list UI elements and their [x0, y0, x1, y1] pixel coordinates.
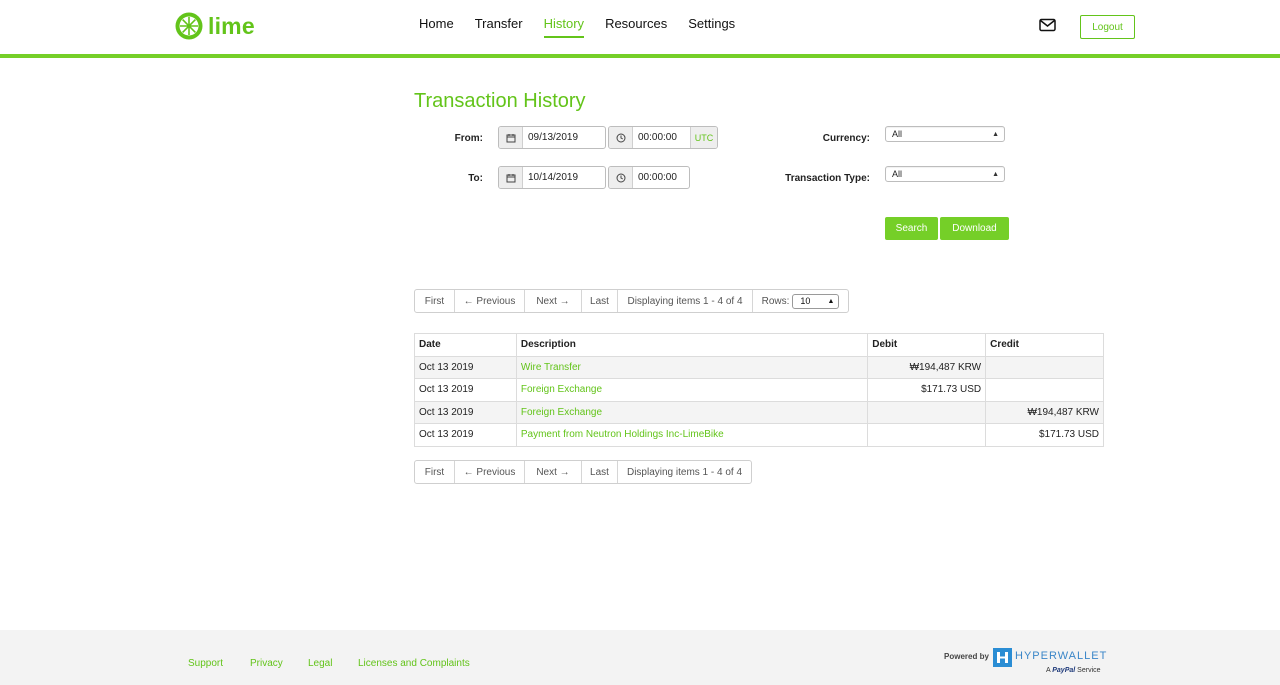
search-button[interactable]: Search — [885, 217, 938, 240]
cell-debit: $171.73 USD — [867, 378, 987, 402]
select-arrows-icon: ▲ — [827, 297, 835, 305]
lime-logo[interactable]: lime — [174, 11, 255, 41]
top-header: lime Home Transfer History Resources Set… — [0, 0, 1280, 55]
cell-date: Oct 13 2019 — [414, 378, 517, 402]
col-debit-header[interactable]: Debit — [867, 333, 987, 357]
table-row: Oct 13 2019 Wire Transfer ₩194,487 KRW — [414, 355, 1104, 379]
main-nav: Home Transfer History Resources Settings — [419, 0, 756, 55]
utc-badge: UTC — [690, 127, 717, 148]
cell-date: Oct 13 2019 — [414, 400, 517, 424]
footer-link-support[interactable]: Support — [188, 658, 223, 669]
to-time-value: 00:00:00 — [638, 172, 677, 183]
hyperwallet-brand: HYPERWALLET — [1015, 650, 1108, 662]
nav-resources[interactable]: Resources — [605, 0, 667, 38]
footer-link-legal[interactable]: Legal — [308, 658, 332, 669]
paypal-service-note: A PayPal Service — [1046, 667, 1101, 674]
cell-description-link[interactable]: Wire Transfer — [515, 355, 869, 379]
pager-previous[interactable]: ← Previous — [455, 461, 525, 483]
col-description-header[interactable]: Description — [515, 333, 869, 357]
cell-date: Oct 13 2019 — [414, 423, 517, 447]
transaction-type-select[interactable]: All ▲ — [885, 166, 1005, 182]
pager-bottom: First ← Previous Next → Last Displaying … — [414, 460, 752, 484]
transactions-table: Date Description Debit Credit Oct 13 201… — [414, 333, 1104, 447]
pager-top: First ← Previous Next → Last Displaying … — [414, 289, 849, 313]
cell-credit: ₩194,487 KRW — [985, 400, 1104, 424]
nav-transfer[interactable]: Transfer — [475, 0, 523, 38]
clock-icon — [609, 127, 633, 148]
col-credit-header[interactable]: Credit — [985, 333, 1104, 357]
pager-first[interactable]: First — [415, 461, 455, 483]
pager-status: Displaying items 1 - 4 of 4 — [626, 466, 743, 478]
pager-next[interactable]: Next → — [525, 290, 582, 312]
transaction-type-label: Transaction Type: — [785, 173, 870, 184]
page-title: Transaction History — [414, 90, 586, 112]
pager-status: Displaying items 1 - 4 of 4 — [618, 290, 753, 312]
pager-last[interactable]: Last — [582, 461, 618, 483]
to-time-field[interactable]: 00:00:00 — [608, 166, 690, 189]
to-date-field[interactable]: 10/14/2019 — [498, 166, 606, 189]
pager-last[interactable]: Last — [582, 290, 618, 312]
nav-home[interactable]: Home — [419, 0, 454, 38]
rows-label: Rows: — [761, 295, 790, 307]
rows-select[interactable]: 10 ▲ — [792, 293, 840, 309]
cell-date: Oct 13 2019 — [414, 355, 517, 379]
to-date-value: 10/14/2019 — [528, 172, 579, 183]
brand-name: lime — [208, 12, 255, 39]
cell-description-link[interactable]: Payment from Neutron Holdings Inc-LimeBi… — [515, 423, 869, 447]
header-divider — [0, 54, 1280, 58]
logout-button[interactable]: Logout — [1080, 15, 1135, 39]
footer-link-licenses[interactable]: Licenses and Complaints — [358, 658, 470, 669]
currency-select[interactable]: All ▲ — [885, 126, 1005, 142]
cell-description-link[interactable]: Foreign Exchange — [515, 378, 869, 402]
paypal-name: PayPal — [1052, 667, 1076, 674]
select-arrows-icon: ▲ — [992, 170, 999, 178]
table-row: Oct 13 2019 Payment from Neutron Holding… — [414, 423, 1104, 447]
lime-logo-icon — [175, 12, 203, 40]
nav-history[interactable]: History — [543, 0, 585, 38]
calendar-icon — [499, 167, 523, 188]
cell-debit — [867, 400, 987, 424]
pager-previous[interactable]: ← Previous — [455, 290, 525, 312]
calendar-icon — [499, 127, 523, 148]
currency-value: All — [892, 129, 903, 139]
powered-by-label: Powered by — [944, 652, 989, 661]
from-time-value: 00:00:00 — [638, 132, 677, 143]
table-header-row: Date Description Debit Credit — [414, 333, 1104, 357]
nav-settings[interactable]: Settings — [688, 0, 735, 38]
hyperwallet-logo-icon — [993, 648, 1012, 667]
from-time-field[interactable]: 00:00:00 UTC — [608, 126, 718, 149]
table-row: Oct 13 2019 Foreign Exchange ₩194,487 KR… — [414, 400, 1104, 424]
cell-debit: ₩194,487 KRW — [867, 355, 987, 379]
download-button[interactable]: Download — [940, 217, 1009, 240]
from-label: From: — [454, 133, 483, 144]
from-date-value: 09/13/2019 — [528, 132, 579, 143]
transaction-type-value: All — [892, 169, 903, 179]
cell-credit — [985, 355, 1104, 379]
rows-control: Rows: 10 ▲ — [753, 290, 848, 312]
page-footer: Support Privacy Legal Licenses and Compl… — [0, 630, 1280, 685]
rows-value: 10 — [800, 296, 811, 306]
currency-label: Currency: — [822, 133, 870, 144]
to-label: To: — [468, 173, 483, 184]
col-date-header[interactable]: Date — [414, 333, 517, 357]
from-date-field[interactable]: 09/13/2019 — [498, 126, 606, 149]
mail-icon[interactable] — [1039, 18, 1056, 32]
cell-credit — [985, 378, 1104, 402]
select-arrows-icon: ▲ — [992, 130, 999, 138]
cell-description-link[interactable]: Foreign Exchange — [515, 400, 869, 424]
paypal-suffix: Service — [1077, 667, 1101, 674]
clock-icon — [609, 167, 633, 188]
cell-debit — [867, 423, 987, 447]
cell-credit: $171.73 USD — [985, 423, 1104, 447]
pager-first[interactable]: First — [415, 290, 455, 312]
paypal-prefix: A — [1046, 667, 1051, 674]
pager-next[interactable]: Next → — [525, 461, 582, 483]
table-row: Oct 13 2019 Foreign Exchange $171.73 USD — [414, 378, 1104, 402]
footer-link-privacy[interactable]: Privacy — [250, 658, 283, 669]
